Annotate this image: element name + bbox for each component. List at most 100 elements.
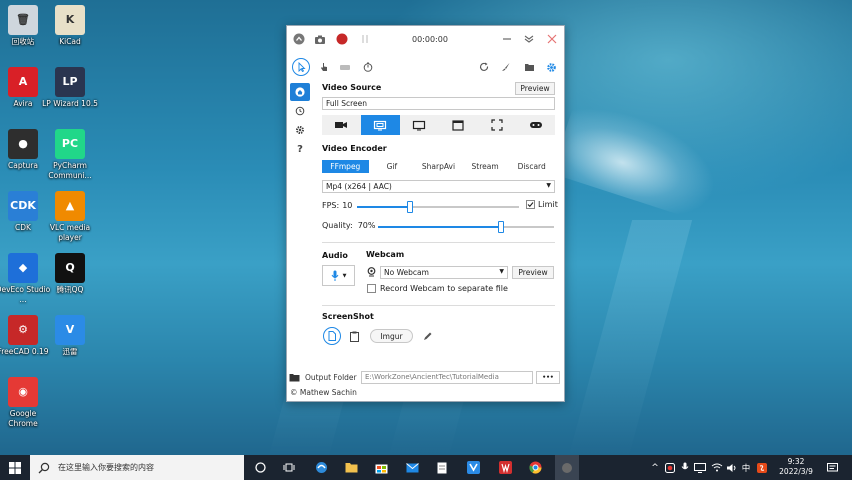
gamepad-icon[interactable] bbox=[516, 115, 555, 135]
desktop-shortcut[interactable]: LP LP Wizard 10.5 bbox=[42, 67, 98, 109]
title-bar: 00:00:00 bbox=[287, 26, 564, 54]
vlc-icon: ▲ bbox=[55, 191, 85, 221]
wps-icon[interactable] bbox=[494, 455, 516, 480]
encoder-tab-gif[interactable]: Gif bbox=[369, 160, 416, 173]
close-icon[interactable] bbox=[545, 32, 559, 46]
record-button[interactable] bbox=[335, 32, 349, 46]
recycle-bin-icon: 🗑 bbox=[8, 5, 38, 35]
checkbox-checked-icon[interactable] bbox=[526, 200, 535, 209]
pencil-icon[interactable] bbox=[423, 331, 433, 343]
cursor-icon[interactable] bbox=[292, 58, 310, 76]
sogou-icon[interactable] bbox=[756, 455, 768, 480]
chevron-down-icon: ▼ bbox=[499, 268, 504, 275]
quality-slider[interactable] bbox=[378, 221, 554, 233]
notepad-icon[interactable] bbox=[431, 455, 453, 480]
imgur-button[interactable]: Imgur bbox=[370, 329, 413, 343]
click-hand-icon[interactable] bbox=[317, 60, 331, 74]
notification-icon[interactable] bbox=[826, 455, 838, 480]
monitor-icon[interactable] bbox=[399, 115, 439, 135]
encoder-tab-discard[interactable]: Discard bbox=[508, 160, 555, 173]
webcam-preview-button[interactable]: Preview bbox=[512, 266, 554, 279]
checkbox-icon[interactable] bbox=[367, 284, 376, 293]
video-encoder-title: Video Encoder bbox=[322, 144, 387, 153]
chevron-down-icon[interactable] bbox=[522, 32, 536, 46]
clock-time: 9:32 bbox=[787, 457, 805, 466]
captura-taskbar-icon[interactable] bbox=[555, 455, 579, 480]
audio-source-button[interactable]: ▼ bbox=[322, 265, 355, 286]
screen-icon[interactable] bbox=[360, 115, 400, 135]
cortana-icon[interactable] bbox=[250, 455, 270, 480]
task-view-icon[interactable] bbox=[278, 455, 300, 480]
taskbar: 在这里输入你要搜索的内容 ^ 中 9:32 2022/3/9 bbox=[0, 455, 852, 480]
desktop-shortcut-label: Google Chrome bbox=[8, 409, 38, 428]
fps-slider[interactable] bbox=[357, 201, 519, 213]
desktop-shortcut[interactable]: Q 腾讯QQ bbox=[42, 253, 98, 295]
chevron-up-icon[interactable]: ^ bbox=[649, 455, 661, 480]
microphone-tray-icon[interactable] bbox=[679, 455, 691, 480]
help-icon[interactable]: ? bbox=[290, 140, 310, 158]
webcam-select[interactable]: No Webcam ▼ bbox=[380, 266, 508, 279]
folder-icon bbox=[289, 373, 300, 384]
save-file-icon[interactable] bbox=[323, 327, 341, 345]
desktop-shortcut-label: LP Wizard 10.5 bbox=[42, 99, 98, 108]
home-icon[interactable] bbox=[290, 83, 310, 101]
timer-icon[interactable] bbox=[361, 60, 375, 74]
video-source-field[interactable]: Full Screen bbox=[322, 97, 555, 110]
minimize-icon[interactable] bbox=[500, 32, 514, 46]
collapse-icon[interactable] bbox=[292, 32, 306, 46]
desktop-shortcut[interactable]: K KiCad bbox=[42, 5, 98, 47]
encoder-tab-ffmpeg[interactable]: FFmpeg bbox=[322, 160, 369, 173]
fps-slider-thumb[interactable] bbox=[407, 201, 414, 213]
separate-file-checkbox[interactable]: Record Webcam to separate file bbox=[367, 284, 508, 293]
settings-icon[interactable] bbox=[290, 121, 310, 139]
desktop-shortcut[interactable]: PC PyCharm Communi... bbox=[42, 129, 98, 181]
format-value: Mp4 (x264 | AAC) bbox=[326, 182, 392, 191]
pause-icon[interactable] bbox=[358, 32, 372, 46]
ime-indicator[interactable]: 中 bbox=[739, 455, 753, 480]
record-tray-icon[interactable] bbox=[664, 455, 676, 480]
mail-icon[interactable] bbox=[401, 455, 423, 480]
limit-checkbox[interactable]: Limit bbox=[526, 200, 558, 209]
browse-more-button[interactable]: ••• bbox=[536, 371, 560, 384]
desktop-shortcut[interactable]: V 迅雷 bbox=[42, 315, 98, 357]
network-icon[interactable] bbox=[693, 455, 707, 480]
divider bbox=[322, 242, 555, 243]
region-icon[interactable] bbox=[477, 115, 517, 135]
brush-icon[interactable] bbox=[499, 60, 513, 74]
file-explorer-icon[interactable] bbox=[340, 455, 362, 480]
volume-icon[interactable] bbox=[725, 455, 739, 480]
store-icon[interactable] bbox=[370, 455, 392, 480]
desktop-shortcut-label: 腾讯QQ bbox=[56, 285, 84, 294]
folder-icon[interactable] bbox=[522, 60, 536, 74]
window-icon[interactable] bbox=[438, 115, 478, 135]
camera-shot-icon[interactable] bbox=[313, 32, 327, 46]
video-source-preview-button[interactable]: Preview bbox=[515, 82, 555, 95]
chrome-taskbar-icon[interactable] bbox=[524, 455, 546, 480]
encoder-tab-sharpavi[interactable]: SharpAvi bbox=[415, 160, 462, 173]
output-folder-path[interactable]: E:\WorkZone\AncientTec\TutorialMedia bbox=[361, 371, 533, 384]
keyboard-icon[interactable] bbox=[338, 60, 352, 74]
camera-icon[interactable] bbox=[322, 115, 361, 135]
audio-title: Audio bbox=[322, 251, 348, 260]
format-select[interactable]: Mp4 (x264 | AAC) ▼ bbox=[322, 180, 555, 193]
refresh-icon[interactable] bbox=[477, 60, 491, 74]
light-ray bbox=[567, 220, 693, 460]
encoder-tab-stream[interactable]: Stream bbox=[462, 160, 509, 173]
wifi-icon[interactable] bbox=[710, 455, 724, 480]
clock[interactable]: 9:32 2022/3/9 bbox=[772, 457, 820, 477]
windows-logo-icon bbox=[9, 461, 21, 474]
clipboard-icon[interactable] bbox=[350, 331, 359, 344]
desktop-shortcut-label: PyCharm Communi... bbox=[48, 161, 92, 180]
desktop-shortcut[interactable]: ◉ Google Chrome bbox=[0, 377, 51, 429]
divider bbox=[322, 305, 555, 306]
desktop-shortcut[interactable]: ▲ VLC media player bbox=[42, 191, 98, 243]
taskbar-search[interactable]: 在这里输入你要搜索的内容 bbox=[30, 455, 244, 480]
gear-icon[interactable] bbox=[544, 60, 558, 74]
desktop-shortcut-label: VLC media player bbox=[49, 223, 91, 242]
quality-slider-thumb[interactable] bbox=[498, 221, 505, 233]
xunlei-taskbar-icon[interactable] bbox=[462, 455, 484, 480]
chevron-down-icon: ▼ bbox=[546, 182, 551, 189]
history-icon[interactable] bbox=[290, 102, 310, 120]
edge-icon[interactable] bbox=[310, 455, 332, 480]
start-button[interactable] bbox=[0, 455, 30, 480]
